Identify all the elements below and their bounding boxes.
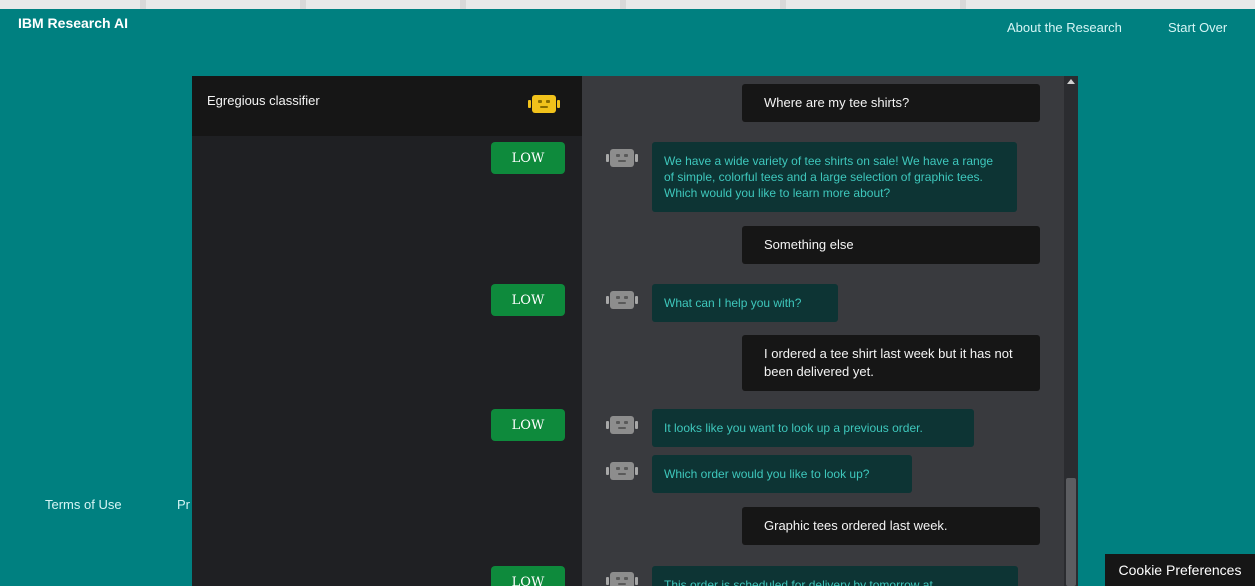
robot-icon xyxy=(606,416,638,434)
robot-icon xyxy=(528,95,560,113)
bot-message: We have a wide variety of tee shirts on … xyxy=(652,142,1017,212)
classifier-title: Egregious classifier xyxy=(207,93,320,108)
scroll-up-arrow-icon[interactable] xyxy=(1067,79,1075,84)
bot-message: What can I help you with? xyxy=(652,284,838,322)
chat-panel: Where are my tee shirts? We have a wide … xyxy=(582,76,1078,586)
chat-scrollbar[interactable] xyxy=(1064,76,1078,586)
footer-terms-of-use[interactable]: Terms of Use xyxy=(45,497,122,512)
classifier-panel: Egregious classifier LOW LOW LOW LOW xyxy=(192,76,582,586)
severity-badge: LOW xyxy=(491,566,565,586)
classifier-chat-modal: Egregious classifier LOW LOW LOW LOW Whe… xyxy=(192,76,1078,586)
brand-logo-text[interactable]: IBM Research AI xyxy=(18,15,128,31)
user-message: Something else xyxy=(742,226,1040,264)
browser-top-strip xyxy=(0,0,1255,9)
bot-message: It looks like you want to look up a prev… xyxy=(652,409,974,447)
nav-about-research[interactable]: About the Research xyxy=(1007,20,1122,35)
robot-icon xyxy=(606,149,638,167)
user-message: Where are my tee shirts? xyxy=(742,84,1040,122)
nav-start-over[interactable]: Start Over xyxy=(1168,20,1227,35)
robot-icon xyxy=(606,291,638,309)
footer-privacy-link[interactable]: Pr xyxy=(177,497,190,512)
bot-message: This order is scheduled for delivery by … xyxy=(652,566,1018,586)
cookie-preferences-button[interactable]: Cookie Preferences xyxy=(1105,554,1255,586)
severity-badge: LOW xyxy=(491,142,565,174)
user-message: Graphic tees ordered last week. xyxy=(742,507,1040,545)
scrollbar-thumb[interactable] xyxy=(1066,478,1076,586)
severity-badge: LOW xyxy=(491,409,565,441)
robot-icon xyxy=(606,572,638,586)
user-message: I ordered a tee shirt last week but it h… xyxy=(742,335,1040,391)
classifier-header: Egregious classifier xyxy=(192,76,582,136)
severity-badge: LOW xyxy=(491,284,565,316)
bot-message: Which order would you like to look up? xyxy=(652,455,912,493)
robot-icon xyxy=(606,462,638,480)
